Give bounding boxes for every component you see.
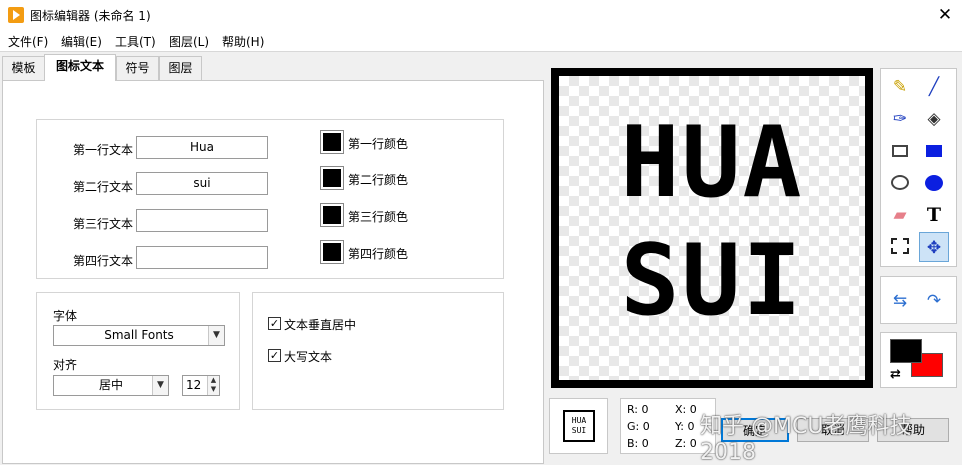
- size-value: 12: [186, 378, 202, 392]
- line1-label: 第一行文本: [73, 143, 134, 157]
- menu-layers[interactable]: 图层(L): [169, 33, 209, 50]
- menu-file[interactable]: 文件(F): [8, 33, 48, 50]
- text-lines-group: 第一行文本 Hua 第一行颜色 第二行文本 sui 第二行颜色 第三行文本 第三…: [36, 119, 504, 279]
- text-tool-icon[interactable]: T: [919, 200, 949, 230]
- swap-colors-icon[interactable]: ⇄: [890, 367, 901, 382]
- line-icon[interactable]: ╱: [919, 72, 949, 102]
- font-select[interactable]: Small Fonts ▼: [53, 325, 225, 346]
- icon-text-panel: 第一行文本 Hua 第一行颜色 第二行文本 sui 第二行颜色 第三行文本 第三…: [2, 80, 544, 464]
- font-group: 字体 Small Fonts ▼ 对齐 居中 ▼ 12 ▲ ▼: [36, 292, 240, 410]
- window-title: 图标编辑器 (未命名 1): [30, 9, 151, 23]
- select-icon[interactable]: [885, 232, 915, 262]
- align-select-value: 居中: [98, 378, 123, 392]
- pencil-icon[interactable]: ✎: [885, 72, 915, 102]
- font-select-value: Small Fonts: [104, 328, 174, 342]
- rectangle-icon[interactable]: [885, 136, 915, 166]
- uppercase-checkbox[interactable]: ✓: [268, 349, 281, 362]
- title-bar: 图标编辑器 (未命名 1) ✕: [0, 0, 962, 30]
- readout-x: X: 0: [675, 403, 697, 416]
- vertical-center-label: 文本垂直居中: [284, 318, 357, 332]
- dropper-icon[interactable]: ✑: [885, 104, 915, 134]
- line2-color-label: 第二行颜色: [348, 173, 409, 187]
- chevron-down-icon: ▼: [208, 326, 224, 345]
- filled-ellipse-icon[interactable]: [919, 168, 949, 198]
- tab-glyphs[interactable]: 符号: [116, 56, 159, 80]
- eraser-icon[interactable]: ▰: [885, 200, 915, 230]
- line3-color-swatch[interactable]: [320, 203, 344, 227]
- tool-palette: ✎ ╱ ✑ ◈ ▰ T ✥: [880, 68, 957, 267]
- preview-thumbnail: HUA SUI: [563, 410, 595, 442]
- preview-line1: HUA: [571, 416, 587, 425]
- close-icon[interactable]: ✕: [932, 2, 958, 28]
- font-label: 字体: [53, 309, 78, 323]
- menu-tools[interactable]: 工具(T): [115, 33, 156, 50]
- icon-canvas[interactable]: HUA SUI: [551, 68, 873, 388]
- flip-horizontal-icon[interactable]: ⇆: [885, 286, 915, 316]
- line2-color-swatch[interactable]: [320, 166, 344, 190]
- size-stepper[interactable]: 12 ▲ ▼: [182, 375, 220, 396]
- icon-preview: HUA SUI: [549, 398, 608, 454]
- line4-color-label: 第四行颜色: [348, 247, 409, 261]
- uppercase-label: 大写文本: [284, 350, 333, 364]
- line1-color-label: 第一行颜色: [348, 137, 409, 151]
- filled-rectangle-icon[interactable]: [919, 136, 949, 166]
- canvas-line1: HUA: [620, 106, 804, 220]
- line3-color-label: 第三行颜色: [348, 210, 409, 224]
- readout-y: Y: 0: [675, 420, 695, 433]
- line2-label: 第二行文本: [73, 180, 134, 194]
- line1-input[interactable]: Hua: [136, 136, 268, 159]
- rotate-icon[interactable]: ↷: [919, 286, 949, 316]
- fill-bucket-icon[interactable]: ◈: [919, 104, 949, 134]
- tab-icon-text[interactable]: 图标文本: [44, 54, 116, 81]
- canvas-line2: SUI: [620, 224, 804, 338]
- stepper-arrows-icon[interactable]: ▲ ▼: [207, 376, 219, 395]
- line2-input[interactable]: sui: [136, 172, 268, 195]
- color-palette: ⇄: [880, 332, 957, 388]
- line4-label: 第四行文本: [73, 254, 134, 268]
- align-label: 对齐: [53, 358, 78, 372]
- readout-b: B: 0: [627, 437, 649, 450]
- readout-g: G: 0: [627, 420, 650, 433]
- chevron-down-icon: ▼: [152, 376, 168, 395]
- preview-line2: SUI: [571, 426, 587, 435]
- line3-label: 第三行文本: [73, 217, 134, 231]
- menu-edit[interactable]: 编辑(E): [61, 33, 102, 50]
- line3-input[interactable]: [136, 209, 268, 232]
- watermark: 知乎 @MCU老鹰科技2018: [700, 414, 912, 465]
- ellipse-icon[interactable]: [885, 168, 915, 198]
- menu-bar: 文件(F) 编辑(E) 工具(T) 图层(L) 帮助(H): [0, 30, 962, 52]
- line4-input[interactable]: [136, 246, 268, 269]
- line1-color-swatch[interactable]: [320, 130, 344, 154]
- readout-z: Z: 0: [675, 437, 697, 450]
- tab-layers[interactable]: 图层: [159, 56, 202, 80]
- readout-r: R: 0: [627, 403, 649, 416]
- app-icon: [8, 7, 24, 23]
- tab-templates[interactable]: 模板: [2, 56, 45, 80]
- flip-palette: ⇆ ↷: [880, 276, 957, 324]
- align-select[interactable]: 居中 ▼: [53, 375, 169, 396]
- line4-color-swatch[interactable]: [320, 240, 344, 264]
- move-icon[interactable]: ✥: [919, 232, 949, 262]
- options-group: ✓ 文本垂直居中 ✓ 大写文本: [252, 292, 504, 410]
- foreground-color-swatch[interactable]: [890, 339, 922, 363]
- vertical-center-checkbox[interactable]: ✓: [268, 317, 281, 330]
- menu-help[interactable]: 帮助(H): [222, 33, 264, 50]
